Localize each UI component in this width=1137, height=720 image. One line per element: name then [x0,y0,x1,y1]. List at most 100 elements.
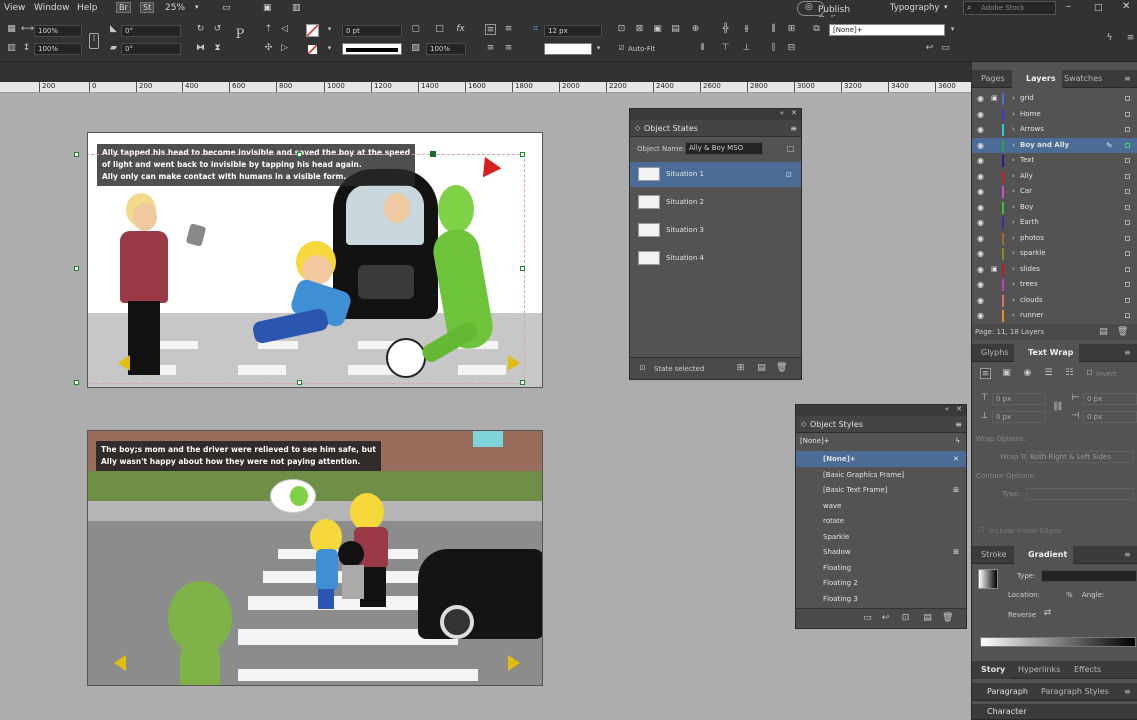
style-item[interactable]: [Basic Graphics Frame] [796,467,966,483]
selection-square[interactable] [1125,235,1130,241]
fx-icon[interactable]: □ [434,24,445,35]
state-visible-icon[interactable]: ⊡ [786,167,792,183]
selection-square[interactable] [1125,220,1130,225]
link-scale-icon[interactable]: ⁞ [89,33,99,49]
selection-square[interactable] [1125,142,1130,148]
corner-options-icon[interactable]: ⌗ [530,24,541,35]
selection-handle[interactable] [74,380,79,385]
shear-field[interactable]: 0° [121,43,181,55]
selection-square[interactable] [1125,266,1130,272]
layer-row[interactable]: ◉ › Arrows [972,122,1137,137]
jump-next-column-icon[interactable]: ☷ [1064,368,1075,379]
screen-mode-icon[interactable]: ▣ [263,3,272,13]
top-offset-field[interactable]: 0 px [992,393,1046,405]
selection-handle[interactable] [297,152,302,157]
bottom-caption[interactable]: The boy;s mom and the driver were reliev… [96,441,381,471]
tab-paragraph[interactable]: Paragraph [975,683,1034,701]
eye-icon[interactable]: ◉ [977,262,984,277]
chevron-down-icon[interactable]: ◇ [635,124,640,132]
preview-icon[interactable]: ⊡ [637,363,648,374]
zoom-level[interactable]: 25% [165,3,185,13]
layer-row[interactable]: ◉ › clouds [972,293,1137,308]
layer-row[interactable]: ◉ › Boy and Ally ✎ [972,137,1137,153]
no-wrap-icon[interactable]: ≡ [980,368,991,379]
selection-square[interactable] [1125,127,1130,132]
constrain-icon[interactable]: ▥ [6,43,17,54]
stroke-swatch[interactable] [306,43,319,56]
lock-icon[interactable]: ▣ [991,262,998,277]
center-content-icon[interactable]: ⊕ [690,24,701,35]
page-spread-bottom[interactable]: The boy;s mom and the driver were reliev… [87,430,543,686]
chevron-down-icon[interactable]: ▾ [593,43,604,54]
folder-icon[interactable]: ▭ [862,613,873,624]
fill-swatch[interactable] [306,24,319,37]
corner-size-field[interactable]: 12 px [544,25,602,37]
distribute-vertical-icon[interactable]: ⊟ [786,43,797,54]
eye-icon[interactable]: ◉ [977,231,984,246]
invert-checkbox[interactable]: ☐ [1084,368,1095,379]
selection-square[interactable] [1125,313,1130,318]
reference-point-icon[interactable]: ▦ [6,24,17,35]
contour-type-select[interactable] [1026,488,1134,500]
stock-button[interactable]: St [140,2,155,13]
corner-shape-select[interactable] [544,43,592,55]
eye-icon[interactable]: ◉ [977,308,984,323]
content-grabber[interactable] [430,151,436,157]
left-offset-field[interactable]: 0 px [1083,393,1137,405]
tab-character[interactable]: Character [975,704,1033,720]
delete-state-icon[interactable]: ⊞ [735,363,746,374]
effects-icon[interactable]: fx [455,24,466,35]
align-right-edges-icon[interactable]: ⫵ [741,24,752,35]
page-spread-top[interactable]: Ally tapped his head to become invisible… [87,132,543,388]
bottom-offset-field[interactable]: 0 px [992,411,1046,423]
stroke-weight-field[interactable]: 0 pt [342,25,402,37]
fit-content-icon[interactable]: ⊡ [616,24,627,35]
prev-arrow-icon[interactable] [114,655,126,671]
view-options-icon[interactable]: ▭ [222,3,231,13]
layer-row[interactable]: ◉ › sparkle [972,246,1137,261]
selection-handle[interactable] [520,152,525,157]
tab-swatches[interactable]: Swatches [1058,70,1108,88]
chevron-right-icon[interactable]: › [1012,122,1015,137]
eye-icon[interactable]: ◉ [977,215,984,230]
new-style-icon[interactable]: ▤ [922,613,933,624]
chevron-right-icon[interactable]: › [1012,107,1015,122]
panel-menu-icon[interactable]: ≡ [1124,683,1131,701]
menu-help[interactable]: Help [77,3,98,13]
selection-handle[interactable] [74,152,79,157]
eye-icon[interactable]: ◉ [977,246,984,261]
link-icon[interactable]: ⛓ [1052,402,1063,413]
layer-row[interactable]: ◉ › Car [972,184,1137,199]
layer-row[interactable]: ◉ › runner [972,308,1137,323]
chevron-down-icon[interactable]: ◇ [801,420,806,428]
gradient-swatch[interactable] [978,569,998,589]
scale-x-field[interactable]: 100% [34,25,82,37]
tab-text-wrap[interactable]: Text Wrap [1014,344,1080,362]
trash-icon[interactable]: 🗑 [942,613,953,624]
layer-row[interactable]: ◉ › Ally [972,169,1137,184]
align-left-edges-icon[interactable]: ⫴ [697,43,708,54]
reverse-gradient-icon[interactable]: ⇄ [1042,608,1053,619]
layer-row[interactable]: ◉ › Home [972,107,1137,122]
chevron-down-icon[interactable]: ▾ [947,24,958,35]
align-bottom-icon[interactable]: ≡ [485,43,496,54]
clear-overrides-icon[interactable]: ↩ [924,43,935,54]
next-arrow-icon[interactable] [508,655,520,671]
wrap-object-shape-icon[interactable]: ◉ [1022,368,1033,379]
select-content-icon[interactable]: ✣ [263,43,274,54]
eye-icon[interactable]: ◉ [977,277,984,292]
panel-menu-icon[interactable]: ≡ [790,124,797,133]
justify-icon[interactable]: ≡ [503,43,514,54]
jump-object-icon[interactable]: ☰ [1043,368,1054,379]
state-row[interactable]: Situation 3 [630,218,801,243]
selection-handle[interactable] [520,266,525,271]
state-row[interactable]: Situation 2 [630,190,801,215]
style-item[interactable]: Floating 3 [796,591,966,607]
selection-square[interactable] [1125,204,1130,210]
style-item[interactable]: Shadow ⊞ [796,544,966,560]
tab-gradient[interactable]: Gradient [1014,546,1074,564]
panel-title-bar[interactable]: « ✕ [630,109,801,120]
chevron-right-icon[interactable]: › [1012,215,1015,230]
new-style-icon[interactable]: ▭ [940,43,951,54]
style-item[interactable]: Sparkle [796,529,966,545]
